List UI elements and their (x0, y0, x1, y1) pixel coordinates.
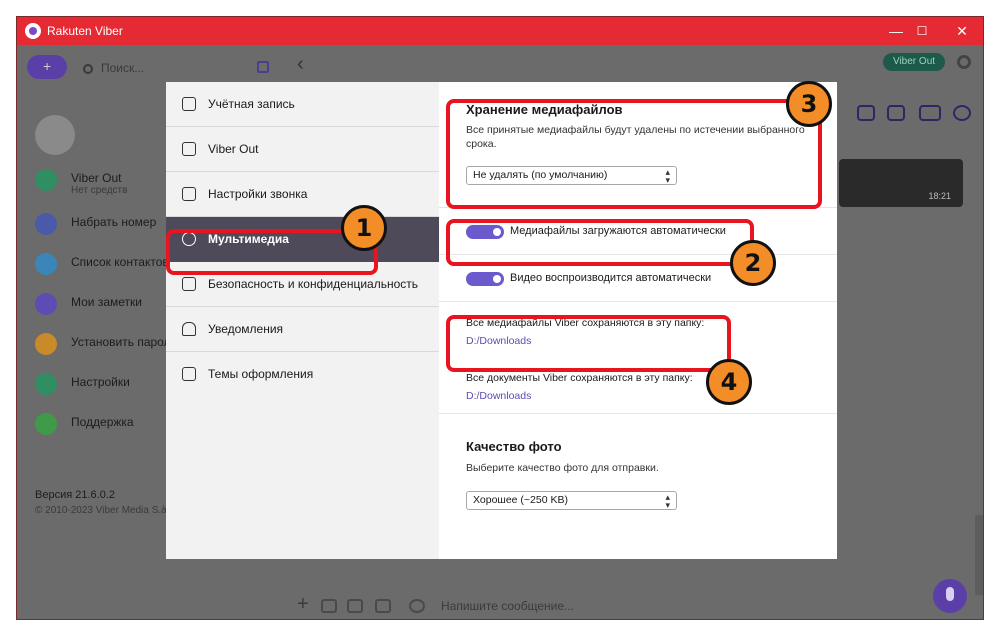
composer-bar: + Напишите сообщение... (17, 579, 983, 619)
docs-folder-label: Все документы Viber сохраняются в эту па… (466, 372, 693, 384)
copyright: © 2010-2023 Viber Media S.à r.l. (35, 505, 181, 516)
plus-icon[interactable]: + (297, 593, 309, 616)
settings-nav: Учётная запись Viber Out Настройки звонк… (166, 82, 439, 559)
window-title: Rakuten Viber (47, 24, 123, 38)
settings-nav-viber-out[interactable]: Viber Out (166, 127, 439, 172)
phone-out-icon (182, 142, 196, 156)
gear-icon[interactable] (957, 55, 971, 69)
timer-icon[interactable] (409, 599, 425, 613)
dialpad-icon (35, 213, 57, 235)
microphone-button[interactable] (933, 579, 967, 613)
contacts-icon (35, 253, 57, 275)
photo-quality-select[interactable]: Хорошее (~250 KB) ▴ ▾ (466, 491, 677, 510)
message-input[interactable]: Напишите сообщение... (441, 599, 574, 613)
settings-nav-calls[interactable]: Настройки звонка (166, 172, 439, 217)
app-version: Версия 21.6.0.2 (35, 489, 115, 501)
sidebar-item-password[interactable]: Установить пароль (35, 331, 185, 357)
photo-quality-section: Качество фото Выберите качество фото для… (439, 414, 837, 559)
settings-nav-label: Настройки звонка (208, 187, 308, 201)
sidebar-item-contacts[interactable]: Список контактов (35, 251, 185, 277)
new-chat-button[interactable] (27, 55, 67, 79)
sticker-icon[interactable] (375, 599, 391, 613)
photo-quality-value: Хорошее (~250 KB) (473, 494, 568, 506)
search-placeholder: Поиск... (101, 61, 145, 75)
sidebar: Viber Out Нет средств Набрать номер Спис… (17, 93, 180, 619)
back-chevron-icon[interactable]: ‹ (297, 53, 304, 76)
notes-icon (35, 293, 57, 315)
scrollbar[interactable] (975, 515, 983, 595)
settings-nav-themes[interactable]: Темы оформления (166, 352, 439, 397)
settings-icon (35, 373, 57, 395)
settings-nav-label: Уведомления (208, 322, 284, 336)
info-icon[interactable] (953, 105, 971, 121)
sidebar-item-label: Viber Out (71, 171, 122, 185)
viber-out-icon (35, 169, 57, 191)
sidebar-item-settings[interactable]: Настройки (35, 371, 185, 397)
settings-nav-label: Безопасность и конфиденциальность (208, 277, 419, 291)
media-message[interactable]: 18:21 (839, 159, 963, 207)
settings-nav-label: Темы оформления (208, 367, 314, 381)
photo-quality-title: Качество фото (466, 439, 562, 454)
auto-play-toggle[interactable] (466, 272, 504, 286)
support-icon (35, 413, 57, 435)
bell-icon (182, 322, 196, 336)
highlight-auto-download (446, 219, 754, 266)
call-icon[interactable] (887, 105, 905, 121)
annotation-badge-3: 3 (786, 81, 832, 127)
gallery-icon[interactable] (321, 599, 337, 613)
title-bar: Rakuten Viber — ☐ ✕ (17, 17, 983, 45)
photo-quality-description: Выберите качество фото для отправки. (466, 462, 659, 474)
highlight-media-folder (446, 315, 731, 372)
lock-icon (182, 277, 196, 291)
paint-roller-icon (182, 367, 196, 381)
sidebar-item-label: Набрать номер (71, 215, 157, 229)
add-participant-icon[interactable] (857, 105, 875, 121)
docs-folder-link[interactable]: D:/Downloads (466, 390, 531, 402)
sidebar-item-label: Список контактов (71, 255, 169, 269)
sidebar-item-viber-out[interactable]: Viber Out Нет средств (35, 167, 185, 196)
sidebar-item-sublabel: Нет средств (71, 185, 128, 196)
sidebar-item-support[interactable]: Поддержка (35, 411, 185, 437)
auto-play-label: Видео воспроизводится автоматически (510, 272, 712, 284)
sidebar-item-dial[interactable]: Набрать номер (35, 211, 185, 237)
avatar[interactable] (35, 115, 75, 155)
search-box[interactable]: Поиск... (83, 61, 144, 75)
sidebar-item-label: Настройки (71, 375, 130, 389)
message-time: 18:21 (928, 191, 951, 201)
sidebar-item-label: Мои заметки (71, 295, 142, 309)
viber-logo-icon (25, 23, 41, 39)
phone-settings-icon (182, 187, 196, 201)
sidebar-item-notes[interactable]: Мои заметки (35, 291, 185, 317)
up-down-chevron-icon: ▴ ▾ (665, 492, 670, 510)
sidebar-item-label: Поддержка (71, 415, 134, 429)
annotation-badge-1: 1 (341, 205, 387, 251)
settings-nav-account[interactable]: Учётная запись (166, 82, 439, 127)
lock-icon (35, 333, 57, 355)
search-icon (83, 63, 93, 74)
annotation-badge-2: 2 (730, 240, 776, 286)
sidebar-item-label: Установить пароль (71, 335, 177, 349)
edit-icon[interactable] (257, 61, 269, 73)
settings-nav-label: Viber Out (208, 142, 259, 156)
account-card-icon (182, 97, 196, 111)
close-button[interactable]: ✕ (939, 17, 983, 45)
settings-nav-notifications[interactable]: Уведомления (166, 307, 439, 352)
settings-nav-label: Учётная запись (208, 97, 295, 111)
highlight-storage (446, 99, 822, 209)
gif-icon[interactable] (347, 599, 363, 613)
viber-out-badge[interactable]: Viber Out (883, 53, 945, 71)
video-call-icon[interactable] (919, 105, 941, 121)
annotation-badge-4: 4 (706, 359, 752, 405)
